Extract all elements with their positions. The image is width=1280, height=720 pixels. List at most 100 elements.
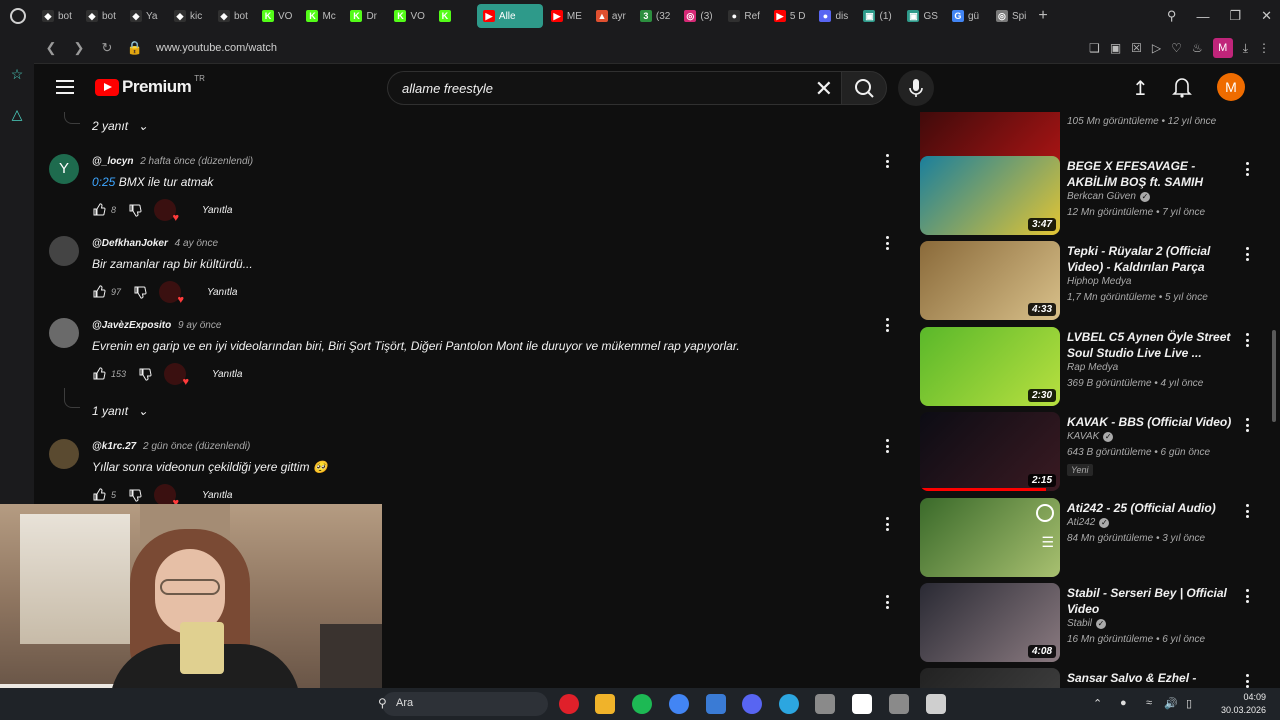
- upload-icon[interactable]: ↥: [1132, 76, 1149, 101]
- browser-tab[interactable]: ▶ ME: [545, 4, 588, 28]
- comment-timestamp-link[interactable]: 0:25: [92, 175, 115, 189]
- spotify-taskbar-icon[interactable]: [632, 694, 652, 714]
- comment-time[interactable]: 4 ay önce: [175, 238, 218, 249]
- media-player-taskbar-icon[interactable]: [815, 694, 835, 714]
- comment-menu-icon[interactable]: [886, 517, 890, 531]
- back-icon[interactable]: ❮: [40, 40, 62, 56]
- search-tabs-icon[interactable]: ⚲: [1167, 8, 1177, 24]
- video-thumbnail[interactable]: [920, 668, 1060, 688]
- discord-taskbar-icon[interactable]: [742, 694, 762, 714]
- aria-icon[interactable]: △: [9, 106, 25, 122]
- hamburger-menu-icon[interactable]: [56, 80, 74, 94]
- recommended-video[interactable]: 4:33 Tepki - Rüyalar 2 (Official Video) …: [920, 241, 1270, 321]
- maximize-icon[interactable]: ❐: [1229, 8, 1241, 24]
- recommended-video[interactable]: Sansar Salvo & Ezhel - Çakmak: [920, 668, 1270, 688]
- recommended-video[interactable]: 3:47 BEGE X EFESAVAGE -AKBİLİM BOŞ ft. S…: [920, 156, 1270, 236]
- minimize-icon[interactable]: —: [1196, 9, 1209, 24]
- browser-tab[interactable]: ◎ (3): [678, 4, 720, 28]
- search-button[interactable]: [841, 71, 887, 105]
- video-menu-icon[interactable]: [1246, 504, 1250, 518]
- extensions-icon[interactable]: ♨: [1192, 41, 1203, 55]
- thumbs-up-icon[interactable]: [92, 203, 106, 217]
- snapshot-icon[interactable]: ▣: [1110, 41, 1121, 55]
- settings-taskbar-icon[interactable]: [889, 694, 909, 714]
- browser-tab[interactable]: K: [433, 4, 475, 28]
- video-menu-icon[interactable]: [1246, 674, 1250, 688]
- recommended-video[interactable]: 2:15 KAVAK - BBS (Official Video) KAVAK ✓ 6…: [920, 412, 1270, 492]
- comment-menu-icon[interactable]: [886, 439, 890, 453]
- comment-menu-icon[interactable]: [886, 236, 890, 250]
- app-ring-taskbar-icon[interactable]: [926, 694, 946, 714]
- video-title[interactable]: Ati242 - 25 (Official Audio): [1067, 500, 1237, 516]
- video-menu-icon[interactable]: [1246, 333, 1250, 347]
- browser-tab[interactable]: ▲ ayr: [590, 4, 632, 28]
- video-thumbnail[interactable]: 3:47: [920, 156, 1060, 235]
- video-menu-icon[interactable]: [1246, 247, 1250, 261]
- recommended-video[interactable]: 2:30 LVBEL C5 Aynen Öyle Street Soul Stu…: [920, 327, 1270, 407]
- comment-author[interactable]: @DefkhanJoker: [92, 238, 168, 249]
- notifications-bell-icon[interactable]: [1172, 76, 1192, 98]
- thumbs-up-icon[interactable]: [92, 367, 106, 381]
- thumbs-down-icon[interactable]: [128, 488, 142, 502]
- opera-menu-icon[interactable]: [0, 0, 36, 32]
- channel-name[interactable]: Rap Medya: [1067, 362, 1118, 373]
- show-replies-button[interactable]: 1 yanıt ⌄: [92, 404, 148, 418]
- channel-name[interactable]: Hiphop Medya: [1067, 276, 1131, 287]
- thumbs-up-icon[interactable]: [92, 285, 106, 299]
- add-to-queue-icon[interactable]: ☰: [1041, 534, 1054, 551]
- browser-tab[interactable]: ◆ bot: [212, 4, 254, 28]
- comment-time[interactable]: 9 ay önce: [178, 320, 221, 331]
- comment-time[interactable]: 2 gün önce (düzenlendi): [143, 441, 250, 452]
- commenter-avatar[interactable]: [49, 439, 79, 469]
- reply-button[interactable]: Yanıtla: [212, 369, 242, 380]
- microphone-icon[interactable]: ●: [1120, 697, 1127, 709]
- channel-name[interactable]: Ati242 ✓: [1067, 517, 1110, 528]
- browser-tab[interactable]: ◆ bot: [80, 4, 122, 28]
- browser-tab[interactable]: ▶ Alle: [476, 4, 543, 28]
- video-title[interactable]: KAVAK - BBS (Official Video): [1067, 414, 1237, 430]
- youtube-logo[interactable]: Premium TR: [95, 74, 205, 97]
- recommended-video[interactable]: 4:08 Stabil - Serseri Bey | Official Vid…: [920, 583, 1270, 663]
- scrollbar[interactable]: [1272, 330, 1276, 422]
- url-field[interactable]: www.youtube.com/watch: [156, 42, 277, 54]
- channel-name[interactable]: KAVAK ✓: [1067, 431, 1114, 442]
- comment-menu-icon[interactable]: [886, 318, 890, 332]
- thumbs-down-icon[interactable]: [128, 203, 142, 217]
- browser-tab[interactable]: Ggü: [946, 4, 988, 28]
- new-tab-icon[interactable]: +: [1038, 7, 1047, 25]
- thumbs-up-icon[interactable]: [92, 488, 106, 502]
- video-title[interactable]: Sansar Salvo & Ezhel - Çakmak: [1067, 670, 1237, 688]
- video-title[interactable]: BEGE X EFESAVAGE -AKBİLİM BOŞ ft. SAMIH: [1067, 158, 1237, 190]
- profile-avatar[interactable]: M: [1212, 38, 1233, 58]
- video-thumbnail[interactable]: 4:08: [920, 583, 1060, 662]
- recommended-video[interactable]: ☰ Ati242 - 25 (Official Audio) Ati242 ✓ 84 …: [920, 498, 1270, 578]
- browser-tab[interactable]: ● Ref: [722, 4, 766, 28]
- tray-chevron-icon[interactable]: ⌃: [1093, 697, 1102, 710]
- heart-icon[interactable]: ♡: [1171, 41, 1182, 55]
- browser-tab[interactable]: 3 (32: [634, 4, 676, 28]
- reload-icon[interactable]: ↻: [96, 40, 118, 56]
- video-title[interactable]: Stabil - Serseri Bey | Official Video: [1067, 585, 1237, 617]
- comment-author[interactable]: @k1rc.27: [92, 441, 136, 452]
- account-avatar[interactable]: M: [1217, 73, 1245, 101]
- capcut-taskbar-icon[interactable]: [852, 694, 872, 714]
- comment-author[interactable]: @JavèzExposito: [92, 320, 171, 331]
- search-input[interactable]: allame freestyle ✕: [387, 71, 841, 105]
- watch-later-icon[interactable]: [1036, 504, 1054, 522]
- pin-icon[interactable]: ❑: [1089, 41, 1100, 55]
- comment-author[interactable]: @_locyn: [92, 156, 133, 167]
- edge-taskbar-icon[interactable]: [779, 694, 799, 714]
- app-blue-taskbar-icon[interactable]: [706, 694, 726, 714]
- wifi-icon[interactable]: ≈: [1146, 697, 1152, 709]
- reply-button[interactable]: Yanıtla: [202, 205, 232, 216]
- download-icon[interactable]: ⤓: [1243, 41, 1248, 56]
- browser-tab[interactable]: ▣ GS: [901, 4, 943, 28]
- commenter-avatar[interactable]: [49, 318, 79, 348]
- play-icon[interactable]: ▷: [1152, 41, 1161, 55]
- comment-time[interactable]: 2 hafta önce (düzenlendi): [140, 156, 253, 167]
- browser-tab[interactable]: K Mc: [300, 4, 342, 28]
- taskbar-search[interactable]: ⚲ Ara: [378, 692, 548, 716]
- video-title[interactable]: Tepki - Rüyalar 2 (Official Video) - Kal…: [1067, 243, 1237, 275]
- browser-tab[interactable]: ▶ 5 D: [768, 4, 812, 28]
- video-menu-icon[interactable]: [1246, 162, 1250, 176]
